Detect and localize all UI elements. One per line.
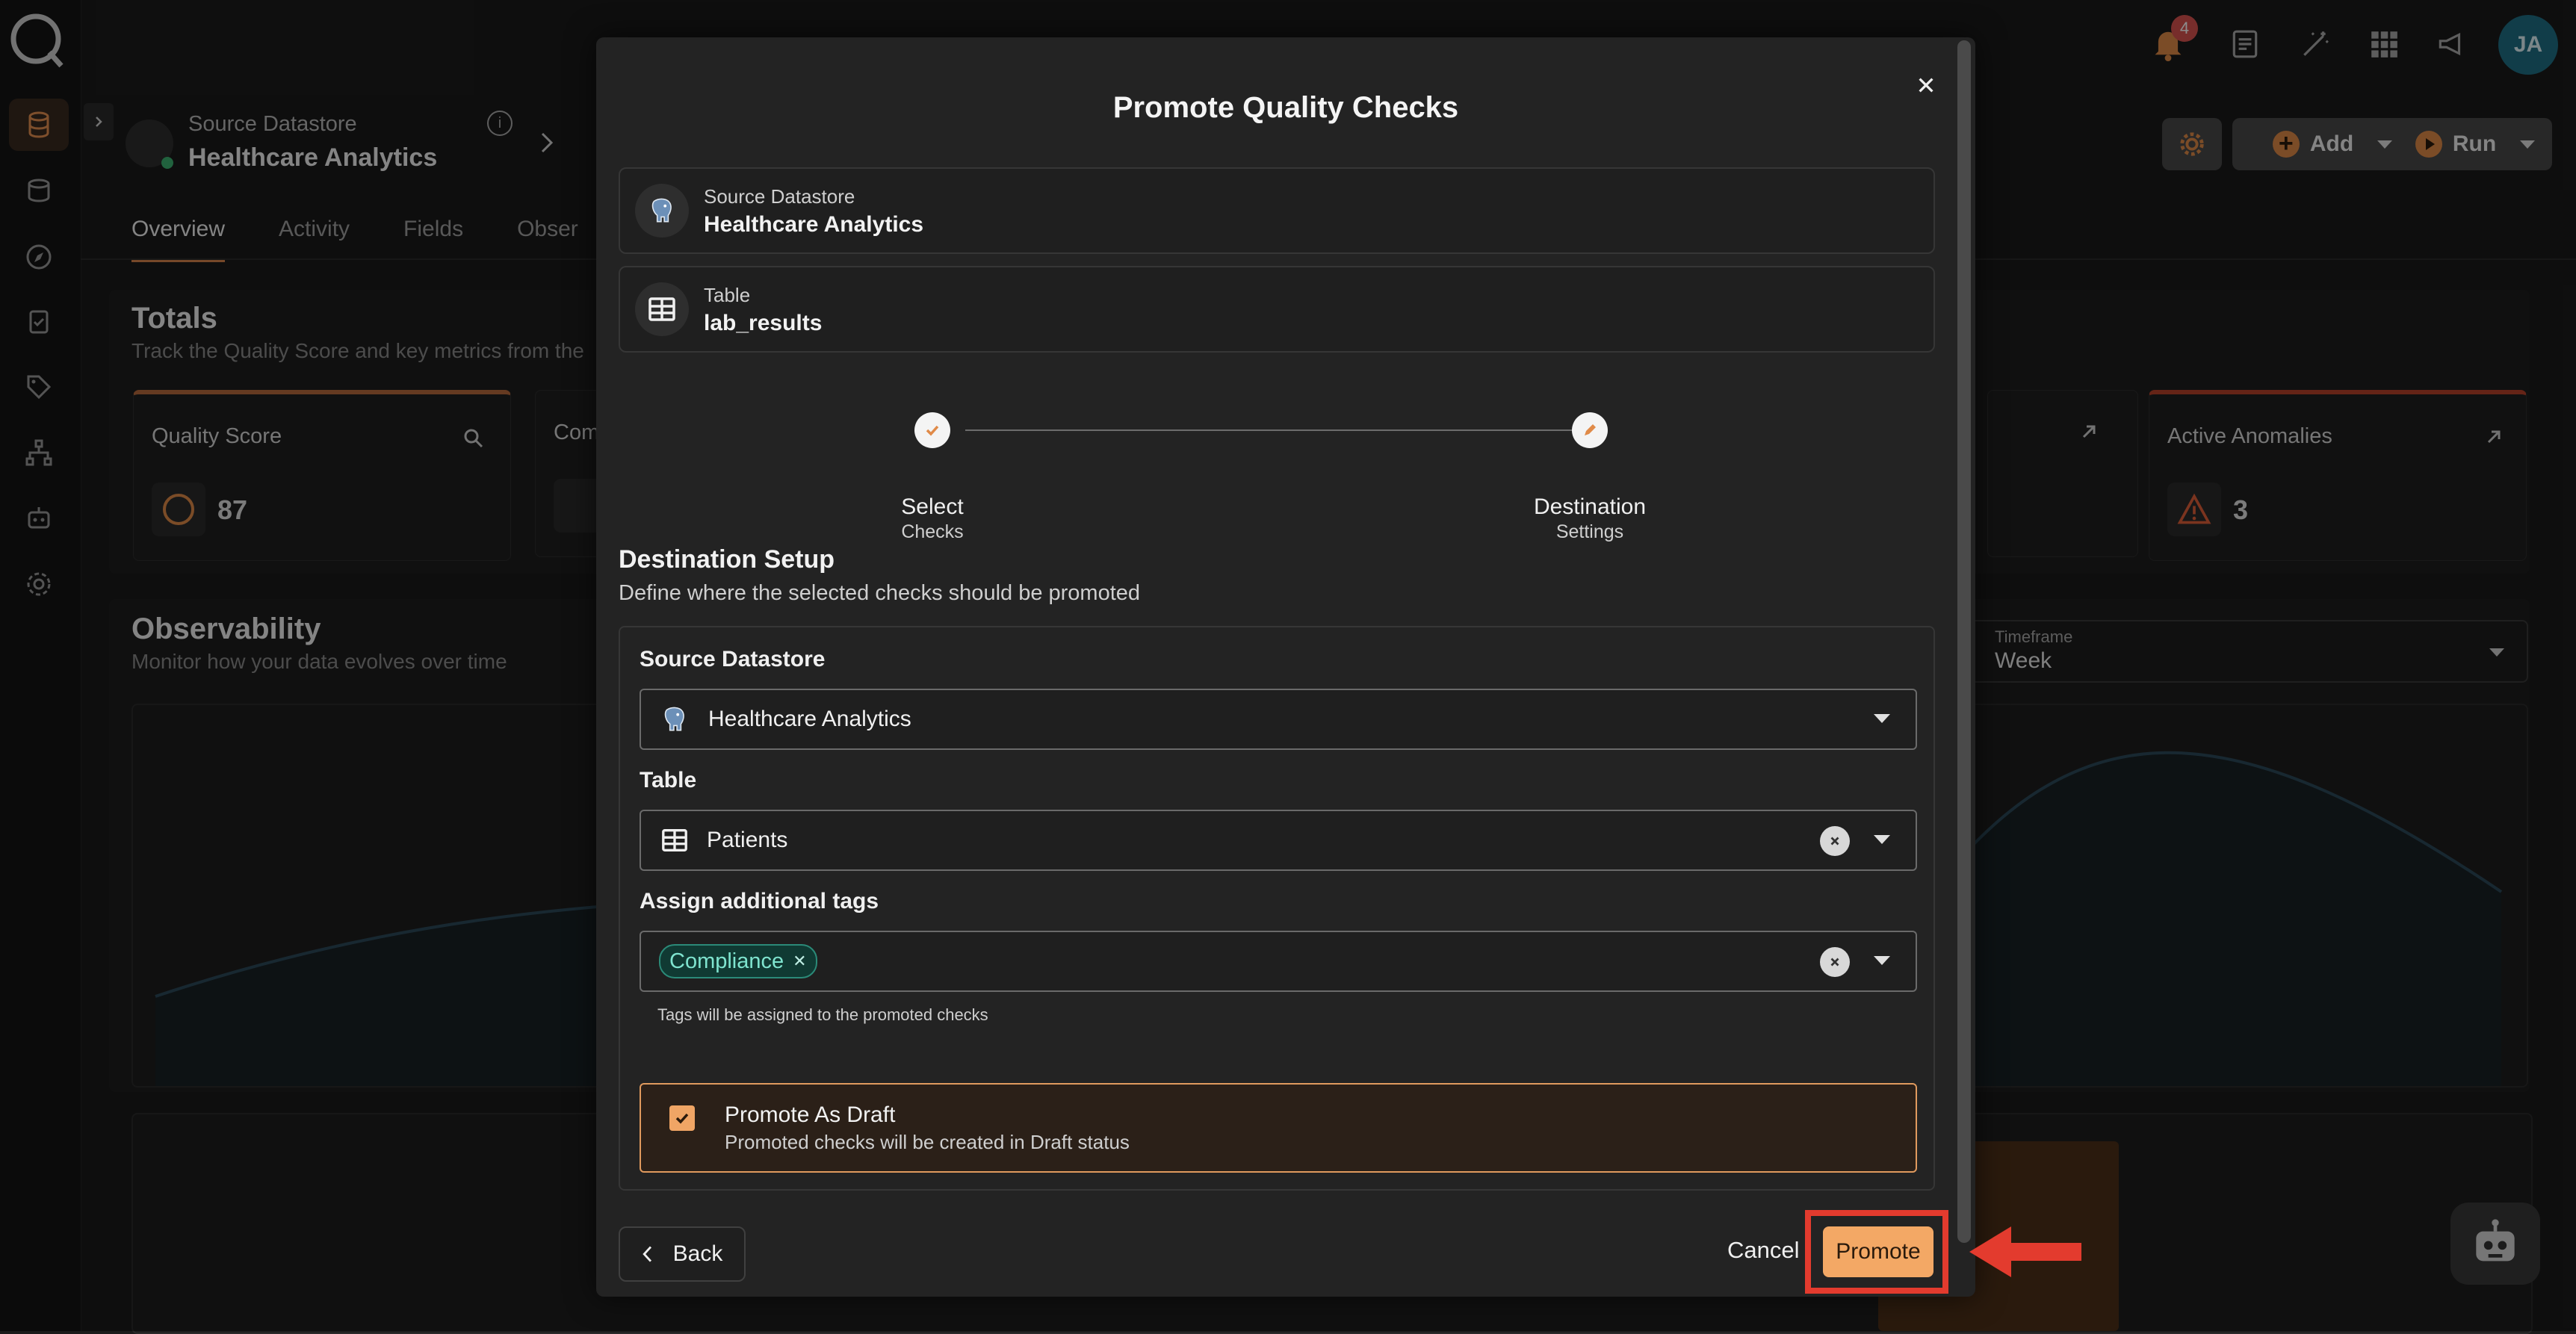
check-icon: [675, 1113, 689, 1124]
back-button-label: Back: [672, 1241, 723, 1266]
step-select-checks-complete[interactable]: [914, 412, 950, 448]
postgres-elephant-icon: [664, 707, 684, 731]
source-datastore-label: Source Datastore: [704, 185, 855, 208]
table-field-label: Table: [640, 768, 697, 792]
check-icon: [926, 425, 939, 436]
source-datastore-value: Healthcare Analytics: [704, 212, 924, 237]
remove-tag-icon[interactable]: ✕: [793, 952, 806, 971]
postgres-elephant-icon: [635, 184, 689, 238]
table-select[interactable]: Patients: [640, 810, 1917, 871]
promote-checks-dialog: Promote Quality Checks Source Datastore …: [596, 37, 1975, 1297]
step-1-subtitle: Checks: [901, 521, 964, 542]
clear-table-button[interactable]: [1820, 826, 1850, 856]
destination-form: Source Datastore Healthcare Analytics Ta…: [619, 626, 1935, 1191]
step-2-subtitle: Settings: [1555, 521, 1624, 542]
table-select-value: Patients: [707, 828, 788, 852]
clear-tags-button[interactable]: [1820, 947, 1850, 977]
step-destination-settings-active[interactable]: [1572, 412, 1608, 448]
source-datastore-summary: Source Datastore Healthcare Analytics: [619, 167, 1935, 254]
tags-helper-text: Tags will be assigned to the promoted ch…: [657, 1005, 988, 1024]
cancel-button[interactable]: Cancel: [1727, 1237, 1800, 1264]
source-datastore-select[interactable]: Healthcare Analytics: [640, 689, 1917, 750]
tag-chip-compliance[interactable]: Compliance ✕: [659, 944, 817, 978]
chevron-down-icon[interactable]: [1874, 714, 1890, 723]
close-icon: [1919, 78, 1933, 93]
annotation-arrow-icon: [1969, 1222, 2081, 1282]
table-value: lab_results: [704, 311, 823, 335]
tags-field-label: Assign additional tags: [640, 889, 879, 913]
table-grid-icon: [635, 282, 689, 336]
close-dialog-button[interactable]: [1904, 63, 1948, 108]
tag-chip-label: Compliance: [669, 949, 784, 973]
promote-as-draft-option[interactable]: Promote As Draft Promoted checks will be…: [640, 1083, 1917, 1173]
step-2-title: Destination: [1533, 494, 1647, 519]
close-icon: [1830, 958, 1839, 967]
destination-setup-subtitle: Define where the selected checks should …: [619, 581, 1141, 605]
close-icon: [1830, 837, 1839, 846]
dialog-scrollbar[interactable]: [1957, 40, 1971, 1243]
promote-as-draft-title: Promote As Draft: [725, 1102, 896, 1127]
table-grid-icon: [662, 829, 687, 851]
stepper-connector: [965, 429, 1573, 431]
dialog-title: Promote Quality Checks: [1112, 91, 1459, 124]
source-datastore-select-value: Healthcare Analytics: [708, 707, 911, 731]
step-1-title: Select: [901, 494, 964, 519]
chevron-down-icon[interactable]: [1874, 835, 1890, 844]
back-button[interactable]: Back: [619, 1226, 746, 1282]
source-datastore-field-label: Source Datastore: [640, 647, 826, 671]
destination-setup-title: Destination Setup: [619, 545, 835, 574]
promote-as-draft-subtitle: Promoted checks will be created in Draft…: [725, 1131, 1130, 1153]
promote-as-draft-checkbox[interactable]: [669, 1105, 695, 1131]
promote-button[interactable]: Promote: [1823, 1226, 1933, 1277]
chevron-left-icon: [642, 1246, 651, 1262]
pencil-icon: [1585, 424, 1596, 435]
tags-select[interactable]: Compliance ✕: [640, 931, 1917, 992]
table-label: Table: [704, 284, 751, 306]
chevron-down-icon[interactable]: [1874, 956, 1890, 965]
table-summary: Table lab_results: [619, 266, 1935, 353]
